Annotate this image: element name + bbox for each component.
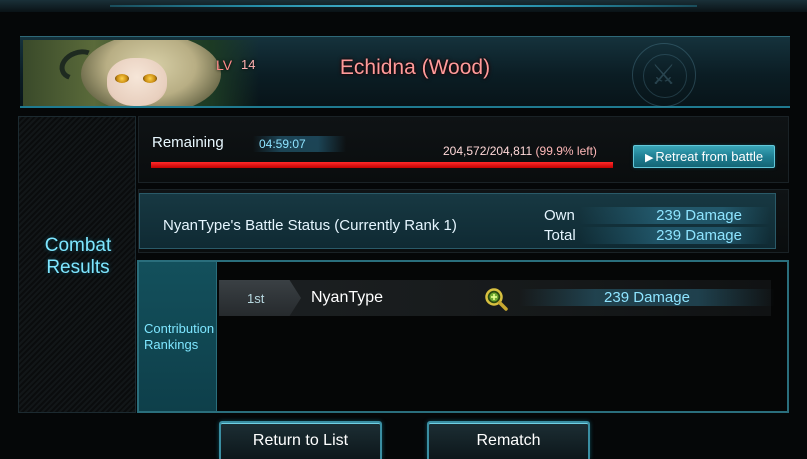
hp-readout: 204,572/204,811 (99.9% left) — [443, 144, 597, 158]
combat-results-title: Combat Results — [44, 235, 112, 278]
rematch-button[interactable]: Rematch — [427, 421, 590, 459]
hp-bar-fill — [151, 162, 613, 168]
rank-player-name: NyanType — [311, 289, 384, 306]
own-damage-label: Own — [544, 207, 575, 224]
boss-name: Echidna (Wood) — [339, 56, 491, 79]
emblem-icon — [632, 43, 696, 107]
total-damage-value: 239 Damage — [580, 227, 770, 244]
remaining-timer: 04:59:07 — [253, 136, 346, 152]
remaining-label: Remaining — [152, 134, 224, 151]
magnifier-icon[interactable] — [483, 286, 509, 312]
play-arrow-icon: ▶ — [644, 152, 654, 164]
contribution-rankings-panel: Contribution Rankings 1st NyanType 239 D… — [137, 260, 789, 413]
level-value: 14 — [241, 57, 256, 72]
rank-damage: 239 Damage — [519, 289, 775, 306]
boss-portrait — [23, 40, 259, 106]
combat-results-sidebar: Combat Results — [18, 116, 136, 413]
retreat-button[interactable]: ▶ Retreat from battle — [633, 145, 775, 168]
own-damage-value: 239 Damage — [580, 207, 770, 224]
ranking-row: 1st NyanType 239 Damage — [219, 280, 775, 316]
top-glow-bar — [0, 0, 807, 12]
remaining-panel: Remaining 04:59:07 204,572/204,811 (99.9… — [138, 116, 789, 183]
level-label: LV — [216, 57, 233, 73]
rankings-label: Contribution Rankings — [144, 321, 215, 352]
battle-status-title: NyanType's Battle Status (Currently Rank… — [163, 217, 457, 234]
hp-bar — [151, 162, 613, 168]
boss-header: LV 14 Echidna (Wood) — [20, 36, 790, 108]
return-to-list-button[interactable]: Return to List — [219, 421, 382, 459]
total-damage-label: Total — [544, 227, 576, 244]
rank-position: 1st — [247, 291, 265, 306]
rankings-sidebar: Contribution Rankings — [139, 262, 217, 411]
battle-status-panel: NyanType's Battle Status (Currently Rank… — [138, 189, 789, 253]
